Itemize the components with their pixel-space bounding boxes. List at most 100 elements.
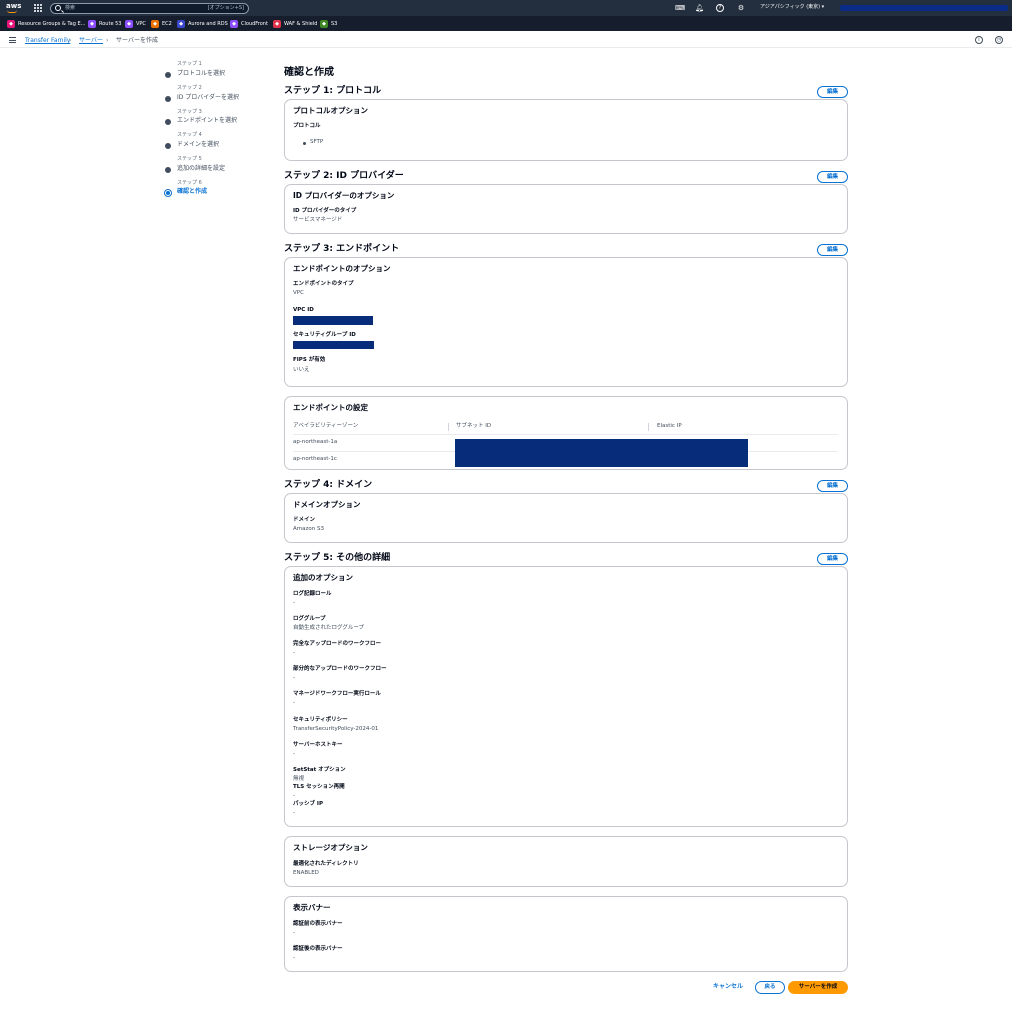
account-menu-redacted[interactable] <box>840 5 1008 11</box>
breadcrumb-transfer-family[interactable]: Transfer Family <box>25 38 70 44</box>
fav-vpc[interactable]: ◆ VPC <box>125 19 146 28</box>
pre-auth-banner-label: 認証前の表示バナー <box>293 921 343 927</box>
search-shortcut: [オプション+S] <box>207 5 244 11</box>
optimized-directory-label: 最適化されたディレクトリ <box>293 861 359 867</box>
fav-s3[interactable]: ◆ S3 <box>320 19 337 28</box>
security-group-redacted <box>293 341 374 349</box>
bell-icon[interactable]: 🔔︎ <box>695 4 704 12</box>
fav-rds[interactable]: ◆ Aurora and RDS <box>177 19 228 28</box>
ec2-icon: ◆ <box>151 19 159 28</box>
edit-step1-button[interactable]: 編集 <box>817 86 848 98</box>
storage-options-card <box>284 836 848 887</box>
chevron-right-icon: › <box>106 37 109 44</box>
route53-icon: ◆ <box>88 19 96 28</box>
create-server-button[interactable]: サーバーを作成 <box>788 981 848 994</box>
edit-step2-button[interactable]: 編集 <box>817 171 848 183</box>
host-key-label: サーバーホストキー <box>293 742 343 748</box>
full-upload-workflow-label: 完全なアップロードのワークフロー <box>293 641 382 647</box>
cloudshell-icon[interactable]: ⌨ <box>675 4 685 12</box>
step-2-number: ステップ 2 <box>177 85 202 91</box>
tls-resumption-value: - <box>293 793 295 799</box>
full-upload-workflow-value: - <box>293 650 295 656</box>
table-header-divider <box>293 434 838 435</box>
step1-heading: ステップ 1: プロトコル <box>284 86 382 96</box>
search-icon <box>55 5 61 11</box>
fav-waf[interactable]: ◆ WAF & Shield <box>273 19 317 28</box>
aws-smile-icon <box>7 10 17 13</box>
table-row-az-1c: ap-northeast-1c <box>293 456 337 462</box>
protocol-options-card <box>284 99 848 161</box>
domain-options-card <box>284 493 848 543</box>
step-3-dot <box>165 119 171 125</box>
partial-upload-workflow-value: - <box>293 675 295 681</box>
step-1-dot <box>165 72 171 78</box>
post-auth-banner-label: 認証後の表示バナー <box>293 946 343 952</box>
breadcrumb-servers[interactable]: サーバー <box>79 38 103 44</box>
back-button[interactable]: 戻る <box>755 981 785 994</box>
column-subnet-id: サブネット ID <box>456 423 492 429</box>
column-divider <box>648 423 649 431</box>
step-1-link[interactable]: プロトコルを選択 <box>177 71 225 77</box>
logging-role-label: ログ記録ロール <box>293 591 332 597</box>
endpoint-settings-title: エンドポイントの設定 <box>293 403 368 412</box>
step3-heading: ステップ 3: エンドポイント <box>284 244 400 254</box>
chevron-right-icon: › <box>69 37 72 44</box>
fav-route53[interactable]: ◆ Route 53 <box>88 19 121 28</box>
edit-step4-button[interactable]: 編集 <box>817 480 848 492</box>
endpoint-options-title: エンドポイントのオプション <box>293 264 391 273</box>
cancel-button[interactable]: キャンセル <box>713 984 743 990</box>
logging-role-value: - <box>293 600 295 606</box>
table-row-az-1a: ap-northeast-1a <box>293 439 338 445</box>
aws-logo[interactable]: aws <box>6 3 21 10</box>
endpoint-type-value: VPC <box>293 290 304 296</box>
step-3-link[interactable]: エンドポイントを選択 <box>177 118 237 124</box>
passive-ip-label: パッシブ IP <box>293 801 323 807</box>
additional-options-title: 追加のオプション <box>293 573 353 582</box>
step4-heading: ステップ 4: ドメイン <box>284 480 373 490</box>
step-5-link[interactable]: 追加の詳細を設定 <box>177 166 225 172</box>
s3-icon: ◆ <box>320 19 328 28</box>
services-menu-icon[interactable] <box>34 4 42 12</box>
log-group-value: 自動生成されたロググループ <box>293 625 365 631</box>
help-icon[interactable]: ? <box>716 4 724 12</box>
search-input[interactable]: 検索 [オプション+S] <box>50 3 249 14</box>
step-4-number: ステップ 4 <box>177 132 202 138</box>
protocol-label: プロトコル <box>293 123 321 129</box>
step2-heading: ステップ 2: ID プロバイダー <box>284 171 404 181</box>
id-provider-title: ID プロバイダーのオプション <box>293 191 395 200</box>
storage-options-title: ストレージオプション <box>293 843 368 852</box>
step-6-number: ステップ 6 <box>177 180 202 186</box>
waf-icon: ◆ <box>273 19 281 28</box>
partial-upload-workflow-label: 部分的なアップロードのワークフロー <box>293 666 387 672</box>
fav-resource-groups[interactable]: ◆ Resource Groups & Tag E... <box>7 19 85 28</box>
step-6-dot-current <box>164 189 172 197</box>
optimized-directory-value: ENABLED <box>293 870 319 876</box>
step-3-number: ステップ 3 <box>177 109 202 115</box>
fav-cloudfront[interactable]: ◆ CloudFront <box>230 19 268 28</box>
endpoint-type-label: エンドポイントのタイプ <box>293 281 354 287</box>
id-provider-type-label: ID プロバイダーのタイプ <box>293 208 357 214</box>
search-placeholder: 検索 <box>65 5 76 11</box>
edit-step3-button[interactable]: 編集 <box>817 244 848 256</box>
fips-label: FIPS が有効 <box>293 357 326 363</box>
domain-label: ドメイン <box>293 517 316 523</box>
subnet-ip-redacted <box>455 439 748 467</box>
gear-icon[interactable]: ⚙ <box>737 4 745 12</box>
rds-icon: ◆ <box>177 19 185 28</box>
region-selector[interactable]: アジアパシフィック (東京) ▾ <box>760 5 824 10</box>
fav-ec2[interactable]: ◆ EC2 <box>151 19 172 28</box>
step-5-dot <box>165 167 171 173</box>
protocol-options-title: プロトコルオプション <box>293 106 368 115</box>
menu-icon[interactable] <box>9 37 16 43</box>
step-5-number: ステップ 5 <box>177 156 202 162</box>
edit-step5-button[interactable]: 編集 <box>817 553 848 565</box>
step-2-link[interactable]: ID プロバイダーを選択 <box>177 95 239 101</box>
domain-options-title: ドメインオプション <box>293 500 361 509</box>
bullet-icon <box>303 142 306 145</box>
cloudfront-icon: ◆ <box>230 19 238 28</box>
workflow-role-label: マネージドワークフロー実行ロール <box>293 691 381 697</box>
step-4-link[interactable]: ドメインを選択 <box>177 142 219 148</box>
clock-icon[interactable]: ◷ <box>995 36 1003 44</box>
step-6-current: 確認と作成 <box>177 188 208 195</box>
info-icon[interactable]: i <box>975 36 983 44</box>
